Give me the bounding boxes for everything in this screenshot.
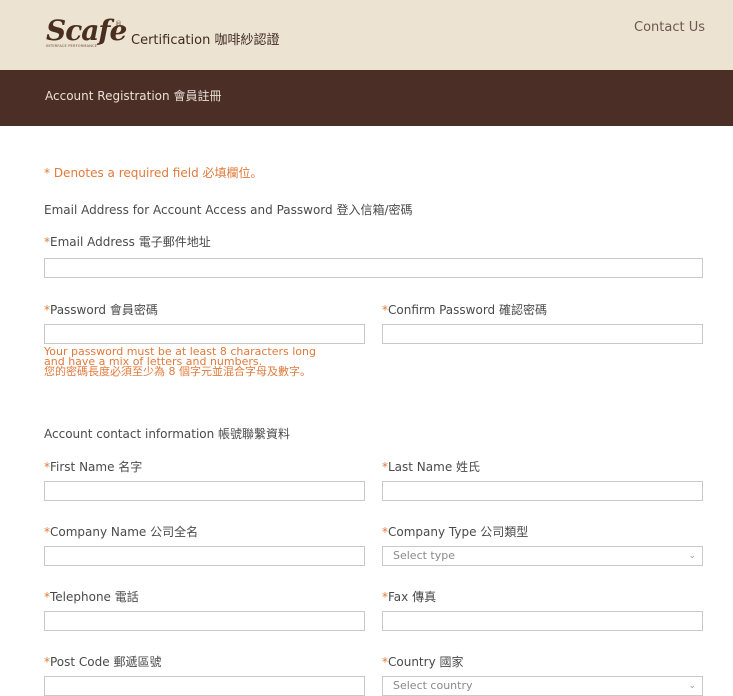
confirm-password-field[interactable] bbox=[382, 324, 703, 344]
confirm-password-label: *Confirm Password 確認密碼 bbox=[382, 303, 547, 317]
country-label: *Country 國家 bbox=[382, 655, 464, 669]
company-name-field[interactable] bbox=[44, 546, 365, 566]
post-code-label: *Post Code 郵遞區號 bbox=[44, 655, 162, 669]
section-heading-login: Email Address for Account Access and Pas… bbox=[44, 203, 413, 217]
top-header: Scafe ® INTERFACE PERFORMANCE Certificat… bbox=[0, 0, 733, 70]
company-type-select[interactable]: Select type ⌄ bbox=[382, 546, 703, 566]
last-name-field[interactable] bbox=[382, 481, 703, 501]
first-name-label: *First Name 名字 bbox=[44, 460, 143, 474]
country-value: Select country bbox=[393, 679, 473, 692]
page-banner: Account Registration 會員註冊 bbox=[0, 70, 733, 126]
registration-form: * Denotes a required field 必填欄位。 Email A… bbox=[0, 126, 733, 696]
company-name-label: *Company Name 公司全名 bbox=[44, 525, 199, 539]
fax-field[interactable] bbox=[382, 611, 703, 631]
password-help-line: 您的密碼長度必須至少為 8 個字元並混合字母及數字。 bbox=[44, 365, 311, 378]
page-title: Account Registration 會員註冊 bbox=[45, 89, 222, 103]
country-select[interactable]: Select country ⌄ bbox=[382, 676, 703, 696]
password-help-text: Your password must be at least 8 charact… bbox=[44, 346, 374, 378]
chevron-down-icon: ⌄ bbox=[688, 681, 696, 691]
fax-label: *Fax 傳真 bbox=[382, 590, 437, 604]
company-type-label: *Company Type 公司類型 bbox=[382, 525, 529, 539]
password-field[interactable] bbox=[44, 324, 365, 344]
section-heading-contact: Account contact information 帳號聯繫資料 bbox=[44, 427, 291, 441]
registered-mark: ® bbox=[115, 20, 122, 28]
telephone-field[interactable] bbox=[44, 611, 365, 631]
company-type-value: Select type bbox=[393, 549, 456, 562]
email-label: *Email Address 電子郵件地址 bbox=[44, 235, 211, 249]
chevron-down-icon: ⌄ bbox=[688, 551, 696, 561]
scafe-logo[interactable]: Scafe ® INTERFACE PERFORMANCE bbox=[46, 14, 127, 50]
logo-tagline: INTERFACE PERFORMANCE bbox=[46, 44, 98, 48]
first-name-field[interactable] bbox=[44, 481, 365, 501]
logo-wordmark: Scafe bbox=[46, 14, 127, 47]
last-name-label: *Last Name 姓氏 bbox=[382, 460, 481, 474]
contact-us-link[interactable]: Contact Us bbox=[634, 20, 705, 35]
email-field[interactable] bbox=[44, 258, 703, 278]
post-code-field[interactable] bbox=[44, 676, 365, 696]
site-title: Certification 咖啡紗認證 bbox=[131, 33, 280, 48]
password-label: *Password 會員密碼 bbox=[44, 303, 158, 317]
required-field-note: * Denotes a required field 必填欄位。 bbox=[44, 166, 263, 180]
telephone-label: *Telephone 電話 bbox=[44, 590, 139, 604]
